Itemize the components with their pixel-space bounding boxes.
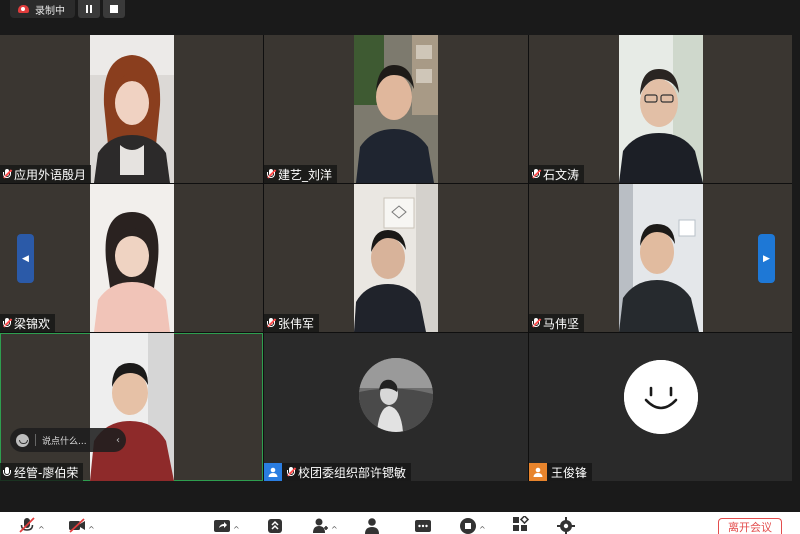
- settings-button[interactable]: [557, 516, 575, 534]
- participant-video: [89, 184, 174, 332]
- participant-video: [618, 184, 703, 332]
- participant-video: [89, 35, 174, 183]
- video-button[interactable]: ^: [68, 516, 95, 534]
- participant-name-tag: 石文涛: [529, 165, 585, 183]
- recording-label: 录制中: [35, 5, 65, 17]
- participant-name-tag: 应用外语殷月: [0, 165, 92, 183]
- emoji-icon[interactable]: [16, 433, 29, 447]
- participant-video: [354, 35, 438, 183]
- mic-muted-icon: [286, 466, 296, 478]
- participant-tile[interactable]: 校团委组织部许锶敏: [264, 333, 528, 481]
- apps-icon: [513, 516, 530, 531]
- chat-button[interactable]: [414, 516, 432, 534]
- mic-muted-icon: [266, 168, 276, 180]
- meeting-window: 录制中 应用外语殷月 建艺_刘洋 石文涛 梁锦欢 张伟军 马伟坚 经管-廖伯荣 …: [0, 0, 800, 534]
- participant-tile[interactable]: 应用外语殷月: [0, 35, 263, 183]
- record-button[interactable]: ^: [459, 516, 486, 534]
- chevron-right-icon: ▶: [763, 253, 770, 264]
- mic-muted-icon: [531, 317, 541, 329]
- participant-tile[interactable]: 张伟军: [264, 184, 528, 332]
- recording-status: 录制中: [10, 0, 75, 18]
- participant-tile[interactable]: 建艺_刘洋: [264, 35, 528, 183]
- add-user-icon: [313, 518, 328, 533]
- meeting-toolbar: ^ ^ ^ ^ ^: [0, 512, 800, 534]
- participant-name: 经管-廖伯荣: [14, 465, 79, 480]
- camera-off-icon: [69, 518, 85, 533]
- avatar: [623, 360, 698, 434]
- chevron-up-icon[interactable]: ^: [88, 526, 95, 534]
- participant-tile[interactable]: 王俊锋: [529, 333, 792, 481]
- participant-name: 石文涛: [543, 167, 580, 182]
- layout-button[interactable]: [266, 516, 284, 534]
- users-icon: [365, 518, 379, 534]
- leave-meeting-button[interactable]: 离开会议: [718, 518, 782, 534]
- mic-muted-icon: [531, 168, 541, 180]
- recording-bar: 录制中: [10, 0, 125, 18]
- avatar: [359, 358, 433, 432]
- mic-icon: [2, 466, 12, 478]
- user-badge-icon: [529, 463, 547, 481]
- participant-tile-active-speaker[interactable]: 经管-廖伯荣: [0, 333, 263, 481]
- chevron-left-icon[interactable]: ‹: [116, 435, 120, 446]
- participant-name-tag: 校团委组织部许锶敏: [264, 463, 412, 481]
- next-page-button[interactable]: ▶: [758, 234, 775, 283]
- apps-button[interactable]: [512, 516, 530, 534]
- participant-name-tag: 经管-廖伯荣: [0, 463, 84, 481]
- stop-recording-button[interactable]: [103, 0, 125, 18]
- divider: [35, 434, 36, 446]
- layers-icon: [268, 519, 282, 533]
- stop-icon: [110, 5, 118, 13]
- participant-name-tag: 张伟军: [264, 314, 320, 332]
- pause-recording-button[interactable]: [78, 0, 100, 18]
- mute-button[interactable]: ^: [18, 516, 45, 534]
- chevron-up-icon[interactable]: ^: [479, 526, 486, 534]
- participant-video: [89, 333, 174, 481]
- participant-name: 马伟坚: [543, 316, 580, 331]
- participants-button[interactable]: [363, 516, 381, 534]
- chevron-left-icon: ◀: [22, 253, 29, 264]
- chevron-up-icon[interactable]: ^: [331, 526, 338, 534]
- record-stop-icon: [460, 518, 476, 534]
- video-grid: 应用外语殷月 建艺_刘洋 石文涛 梁锦欢 张伟军 马伟坚 经管-廖伯荣 校团委组…: [0, 35, 792, 481]
- mic-muted-icon: [2, 168, 12, 180]
- participant-tile[interactable]: 马伟坚: [529, 184, 792, 332]
- chevron-up-icon[interactable]: ^: [38, 526, 45, 534]
- mic-muted-icon: [19, 517, 35, 533]
- mic-muted-icon: [2, 317, 12, 329]
- previous-page-button[interactable]: ◀: [17, 234, 34, 283]
- participant-name-tag: 建艺_刘洋: [264, 165, 338, 183]
- participant-tile[interactable]: 梁锦欢: [0, 184, 263, 332]
- participant-name: 梁锦欢: [14, 316, 51, 331]
- participant-tile[interactable]: 石文涛: [529, 35, 792, 183]
- chat-placeholder: 说点什么...: [42, 436, 87, 447]
- share-screen-button[interactable]: ^: [213, 516, 240, 534]
- recording-icon: [18, 5, 29, 13]
- participant-name: 应用外语殷月: [14, 167, 87, 182]
- chat-input[interactable]: 说点什么... ‹: [10, 428, 126, 452]
- host-badge-icon: [264, 463, 282, 481]
- participant-name: 王俊锋: [551, 465, 588, 480]
- gear-icon: [557, 517, 575, 534]
- invite-button[interactable]: ^: [311, 516, 338, 534]
- participant-name: 建艺_刘洋: [278, 167, 333, 182]
- participant-name-tag: 梁锦欢: [0, 314, 56, 332]
- participant-video: [354, 184, 438, 332]
- participant-name: 张伟军: [278, 316, 315, 331]
- pause-icon: [86, 5, 92, 13]
- chat-icon: [415, 520, 431, 532]
- share-icon: [214, 520, 230, 532]
- chevron-up-icon[interactable]: ^: [233, 526, 240, 534]
- participant-name-tag: 王俊锋: [529, 463, 593, 481]
- mic-muted-icon: [266, 317, 276, 329]
- participant-name-tag: 马伟坚: [529, 314, 585, 332]
- participant-video: [618, 35, 703, 183]
- participant-name: 校团委组织部许锶敏: [298, 465, 407, 480]
